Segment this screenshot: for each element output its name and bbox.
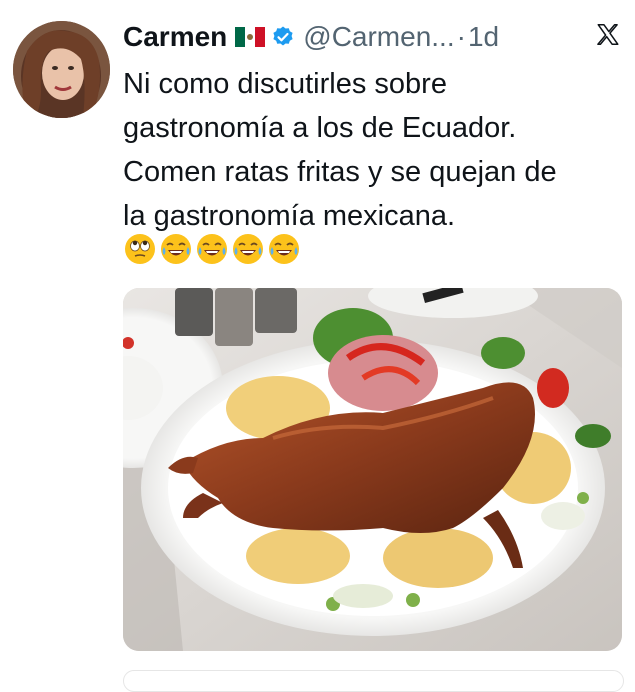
next-card-edge: [123, 670, 624, 692]
tears-of-joy-emoji: [196, 233, 228, 265]
food-plate-image: [123, 288, 622, 651]
tweet-line: gastronomía a los de Ecuador.: [123, 112, 517, 144]
tweet-media-photo[interactable]: [123, 288, 622, 651]
tears-of-joy-emoji: [268, 233, 300, 265]
mexico-flag-icon: [235, 27, 266, 47]
avatar[interactable]: [13, 21, 110, 118]
tweet-text: Ni como discutirles sobre gastronomía a …: [123, 62, 623, 238]
tears-of-joy-emoji: [160, 233, 192, 265]
verified-badge-icon[interactable]: [271, 25, 295, 49]
emoji-row: [124, 233, 300, 265]
tweet-line: Comen ratas fritas y se quejan de: [123, 156, 557, 188]
header-separator: ·: [456, 21, 466, 52]
tweet-line: Ni como discutirles sobre: [123, 68, 447, 100]
author-name[interactable]: Carmen: [123, 21, 227, 53]
x-logo-icon: [595, 22, 621, 48]
eye-roll-emoji: [124, 233, 156, 265]
tweet-header: Carmen @Carmen... · 1d: [123, 19, 623, 55]
tweet-line: la gastronomía mexicana.: [123, 200, 456, 232]
tweet-time[interactable]: 1d: [468, 21, 499, 53]
avatar-photo: [13, 21, 110, 118]
author-handle[interactable]: @Carmen...: [303, 21, 454, 53]
tears-of-joy-emoji: [232, 233, 264, 265]
